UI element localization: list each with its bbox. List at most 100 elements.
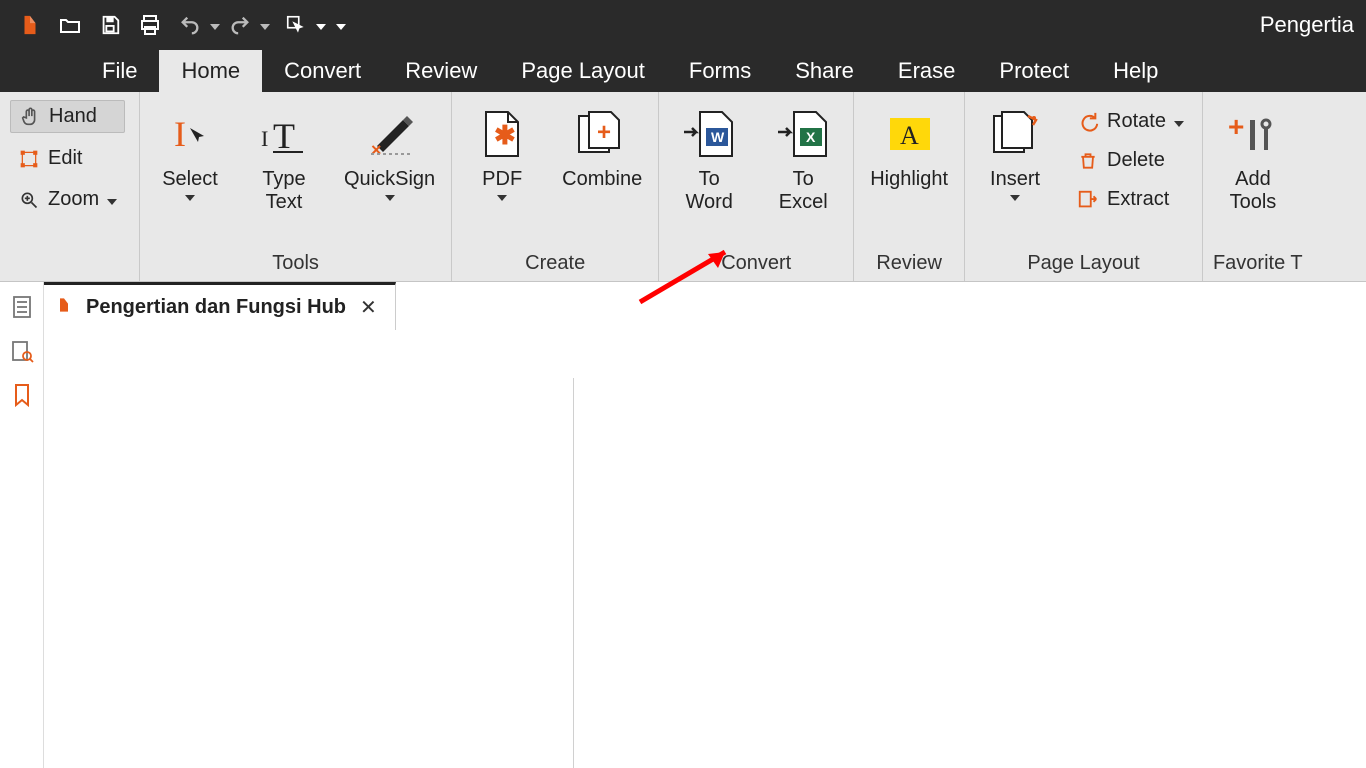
extract-icon	[1077, 189, 1099, 211]
document-viewport[interactable]	[44, 330, 1366, 768]
document-tab-app-icon	[56, 296, 72, 319]
extract-label: Extract	[1107, 188, 1169, 211]
select-text-icon: I	[168, 104, 212, 164]
qat-customize-dropdown-icon[interactable]	[336, 24, 346, 30]
redo-icon[interactable]	[226, 11, 254, 39]
menu-convert[interactable]: Convert	[262, 50, 383, 92]
search-panel-icon[interactable]	[9, 338, 35, 364]
highlight-label: Highlight	[870, 168, 948, 191]
combine-label: Combine	[562, 168, 642, 191]
zoom-icon	[18, 189, 40, 211]
trash-icon	[1077, 150, 1099, 172]
to-excel-button[interactable]: X To Excel	[763, 100, 843, 218]
new-pdf-icon: ✱	[480, 104, 524, 164]
rotate-dropdown-icon	[1174, 121, 1184, 127]
ribbon-group-create: ✱ PDF + Combine Create	[452, 92, 659, 281]
highlight-button[interactable]: A Highlight	[864, 100, 954, 195]
document-tab-title: Pengertian dan Fungsi Hub	[86, 296, 346, 319]
menu-forms[interactable]: Forms	[667, 50, 773, 92]
window-title: Pengertia	[1260, 12, 1356, 38]
hand-icon	[19, 106, 41, 128]
svg-text:T: T	[273, 116, 295, 156]
group-label-review: Review	[864, 248, 954, 277]
undo-icon[interactable]	[176, 11, 204, 39]
menu-erase[interactable]: Erase	[876, 50, 977, 92]
select-dropdown-icon	[185, 195, 195, 201]
menu-share[interactable]: Share	[773, 50, 876, 92]
to-excel-icon: X	[776, 104, 830, 164]
menu-page-layout[interactable]: Page Layout	[499, 50, 667, 92]
svg-text:✱: ✱	[494, 120, 516, 150]
edit-tool-button[interactable]: Edit	[10, 143, 125, 174]
insert-dropdown-icon	[1010, 195, 1020, 201]
zoom-tool-label: Zoom	[48, 188, 99, 211]
undo-dropdown-icon[interactable]	[210, 24, 220, 30]
to-word-icon: W	[682, 104, 736, 164]
redo-dropdown-icon[interactable]	[260, 24, 270, 30]
cursor-mode-icon[interactable]	[282, 11, 310, 39]
page-edge	[44, 378, 574, 768]
select-label: Select	[162, 168, 218, 191]
insert-page-icon	[988, 104, 1042, 164]
document-tab[interactable]: Pengertian dan Fungsi Hub ✕	[44, 282, 396, 330]
menu-home[interactable]: Home	[159, 50, 262, 92]
add-tools-button[interactable]: + Add Tools	[1213, 100, 1293, 218]
ribbon-group-page-layout: Insert Rotate Delete	[965, 92, 1203, 281]
edit-nodes-icon	[18, 148, 40, 170]
rotate-label: Rotate	[1107, 110, 1166, 133]
group-label-tools: Tools	[150, 248, 441, 277]
open-icon[interactable]	[56, 11, 84, 39]
delete-button[interactable]: Delete	[1069, 145, 1192, 176]
svg-text:I: I	[261, 126, 268, 151]
combine-icon: +	[575, 104, 629, 164]
ribbon-group-convert: W To Word X To Excel Convert	[659, 92, 854, 281]
insert-button[interactable]: Insert	[975, 100, 1055, 205]
group-label-favorite: Favorite T	[1213, 248, 1303, 277]
insert-label: Insert	[990, 168, 1040, 191]
ribbon-group-view-tools: Hand Edit Zoom	[0, 92, 140, 281]
rotate-button[interactable]: Rotate	[1069, 106, 1192, 137]
zoom-tool-button[interactable]: Zoom	[10, 184, 125, 215]
hand-tool-label: Hand	[49, 105, 97, 128]
zoom-dropdown-icon	[107, 199, 117, 205]
menu-review[interactable]: Review	[383, 50, 499, 92]
type-text-button[interactable]: IT Type Text	[244, 100, 324, 218]
document-tab-close-icon[interactable]: ✕	[360, 295, 377, 320]
group-label-create: Create	[462, 248, 648, 277]
menu-help[interactable]: Help	[1091, 50, 1180, 92]
side-rail	[0, 282, 44, 768]
type-text-icon: IT	[259, 104, 309, 164]
group-label-blank	[10, 248, 129, 277]
extract-button[interactable]: Extract	[1069, 184, 1192, 215]
combine-button[interactable]: + Combine	[556, 100, 648, 195]
svg-text:×: ×	[371, 140, 382, 158]
print-icon[interactable]	[136, 11, 164, 39]
hand-tool-button[interactable]: Hand	[10, 100, 125, 133]
add-tools-label: Add Tools	[1230, 168, 1277, 214]
save-icon[interactable]	[96, 11, 124, 39]
ribbon-group-tools: I Select IT Type Text × QuickSign Tools	[140, 92, 452, 281]
type-text-label: Type Text	[262, 168, 305, 214]
bookmarks-panel-icon[interactable]	[9, 382, 35, 408]
document-tab-strip: Pengertian dan Fungsi Hub ✕	[44, 282, 1366, 330]
select-button[interactable]: I Select	[150, 100, 230, 205]
app-logo-icon	[16, 11, 44, 39]
quicksign-dropdown-icon	[385, 195, 395, 201]
to-word-button[interactable]: W To Word	[669, 100, 749, 218]
svg-text:+: +	[597, 119, 611, 146]
quicksign-icon: ×	[365, 104, 415, 164]
group-label-page-layout: Page Layout	[975, 248, 1192, 277]
group-label-convert: Convert	[669, 248, 843, 277]
ribbon-group-review: A Highlight Review	[854, 92, 965, 281]
cursor-mode-dropdown-icon[interactable]	[316, 24, 326, 30]
rotate-icon	[1077, 111, 1099, 133]
thumbnails-panel-icon[interactable]	[9, 294, 35, 320]
quicksign-button[interactable]: × QuickSign	[338, 100, 441, 205]
svg-text:A: A	[900, 121, 919, 150]
pdf-button[interactable]: ✱ PDF	[462, 100, 542, 205]
svg-text:I: I	[174, 114, 186, 154]
quicksign-label: QuickSign	[344, 168, 435, 191]
menu-protect[interactable]: Protect	[977, 50, 1091, 92]
pdf-dropdown-icon	[497, 195, 507, 201]
menu-file[interactable]: File	[80, 50, 159, 92]
